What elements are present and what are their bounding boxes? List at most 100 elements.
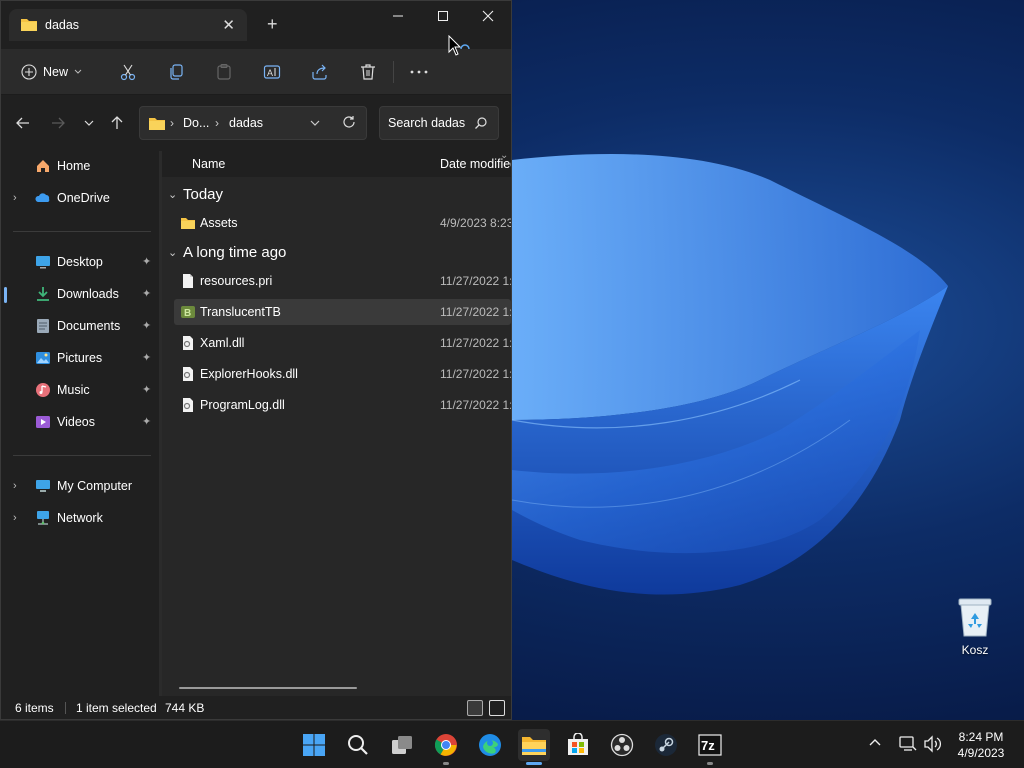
nav-item-network[interactable]: › Network — [1, 503, 159, 533]
back-button[interactable] — [13, 113, 33, 133]
file-name: Assets — [200, 216, 238, 230]
nav-item-documents[interactable]: Documents ✦ — [1, 311, 159, 341]
recent-locations-button[interactable] — [79, 113, 99, 133]
group-header-a-long-time-ago[interactable]: ⌄ A long time ago — [162, 240, 511, 266]
obs-icon — [610, 733, 634, 757]
command-divider — [393, 61, 394, 83]
file-explorer-icon — [522, 737, 546, 755]
taskbar-steam[interactable] — [650, 729, 682, 761]
task-view-button[interactable] — [386, 729, 418, 761]
share-icon — [312, 64, 327, 80]
up-button[interactable] — [107, 113, 127, 133]
recycle-bin-icon — [958, 598, 992, 637]
rename-button[interactable]: A — [263, 60, 281, 84]
expand-chevron-icon[interactable]: › — [13, 480, 17, 492]
collapse-chevron-icon[interactable]: ⌄ — [168, 188, 177, 201]
pin-icon: ✦ — [142, 384, 152, 396]
nav-item-pictures[interactable]: Pictures ✦ — [1, 343, 159, 373]
store-icon — [568, 733, 588, 755]
7zip-icon: 7z — [698, 734, 722, 756]
dll-file-icon — [183, 398, 193, 412]
details-view-button[interactable] — [467, 700, 483, 716]
nav-item-label: Videos — [57, 415, 95, 429]
close-button[interactable] — [466, 1, 510, 31]
taskbar-obs[interactable] — [606, 729, 638, 761]
breadcrumb-dadas[interactable]: dadas — [229, 116, 263, 130]
new-tab-button[interactable]: + — [267, 14, 278, 34]
delete-button[interactable] — [359, 60, 377, 84]
expand-chevron-icon[interactable]: › — [13, 192, 17, 204]
address-bar[interactable]: › Do... › dadas — [139, 106, 367, 140]
taskbar-store[interactable] — [562, 729, 594, 761]
tab-dadas[interactable]: dadas ✕ — [9, 9, 247, 41]
nav-item-downloads[interactable]: Downloads ✦ — [1, 279, 159, 309]
minimize-icon — [393, 15, 403, 17]
paste-button[interactable] — [215, 60, 233, 84]
taskbar-search-button[interactable] — [342, 729, 374, 761]
file-name: TranslucentTB — [200, 305, 281, 319]
nav-item-label: Desktop — [57, 255, 103, 269]
start-button[interactable] — [298, 729, 330, 761]
group-header-today[interactable]: ⌄ Today — [162, 182, 511, 208]
status-divider — [65, 702, 66, 714]
file-row[interactable]: resources.pri 11/27/2022 1:23 AM — [174, 268, 511, 294]
file-name: ExplorerHooks.dll — [200, 367, 298, 381]
close-icon — [482, 10, 494, 22]
nav-item-label: Network — [57, 511, 103, 525]
selection-indicator — [4, 287, 7, 303]
tiles-view-button[interactable] — [489, 700, 505, 716]
new-button-label: New — [43, 65, 69, 79]
taskbar-7zip[interactable]: 7z — [694, 729, 726, 765]
column-name[interactable]: Name — [192, 157, 225, 171]
nav-item-videos[interactable]: Videos ✦ — [1, 407, 159, 437]
pictures-icon — [36, 352, 50, 364]
address-history-icon[interactable] — [310, 116, 320, 130]
horizontal-scrollbar[interactable] — [179, 687, 357, 689]
file-date: 11/27/2022 1:23 AM — [440, 274, 512, 288]
nav-item-onedrive[interactable]: › OneDrive — [1, 183, 159, 213]
file-row[interactable]: Assets 4/9/2023 8:23 PM — [174, 210, 511, 236]
volume-icon[interactable] — [923, 735, 941, 753]
pin-icon: ✦ — [142, 416, 152, 428]
taskbar-file-explorer[interactable] — [518, 729, 550, 765]
selection-size: 744 KB — [165, 701, 205, 715]
share-button[interactable] — [311, 60, 329, 84]
collapse-chevron-icon[interactable]: ⌄ — [168, 246, 177, 259]
maximize-button[interactable] — [421, 1, 465, 31]
search-box[interactable]: Search dadas — [379, 106, 499, 140]
file-row[interactable]: ExplorerHooks.dll 11/27/2022 1:23 AM — [174, 361, 511, 387]
nav-item-my-computer[interactable]: › My Computer — [1, 471, 159, 501]
forward-button[interactable] — [48, 113, 68, 133]
running-indicator — [443, 762, 449, 765]
cut-button[interactable] — [119, 60, 137, 84]
more-button[interactable] — [409, 60, 429, 84]
clock[interactable]: 8:24 PM 4/9/2023 — [950, 729, 1012, 761]
file-row[interactable]: Xaml.dll 11/27/2022 1:23 AM — [174, 330, 511, 356]
command-bar: New A — [1, 49, 511, 95]
taskbar-edge[interactable] — [474, 729, 506, 761]
cut-icon — [120, 64, 136, 81]
file-row[interactable]: ProgramLog.dll 11/27/2022 1:23 AM — [174, 392, 511, 418]
nav-item-label: Home — [57, 159, 91, 173]
search-icon — [348, 735, 368, 755]
item-count: 6 items — [15, 701, 54, 715]
nav-item-desktop[interactable]: Desktop ✦ — [1, 247, 159, 277]
recycle-bin[interactable]: Kosz — [946, 596, 1004, 664]
nav-item-home[interactable]: Home — [1, 151, 159, 181]
refresh-icon[interactable] — [342, 115, 356, 129]
file-row-selected[interactable]: B TranslucentTB 11/27/2022 1:23 AM — [174, 299, 511, 325]
expand-chevron-icon[interactable]: › — [13, 512, 17, 524]
svg-text:B: B — [184, 308, 191, 319]
minimize-button[interactable] — [376, 1, 420, 31]
copy-button[interactable] — [167, 60, 185, 84]
network-status-icon[interactable] — [899, 735, 917, 753]
tray-overflow-chevron-icon[interactable] — [868, 735, 882, 749]
taskbar-chrome[interactable] — [430, 729, 462, 765]
new-button[interactable]: New — [21, 60, 82, 84]
nav-item-music[interactable]: Music ✦ — [1, 375, 159, 405]
breadcrumb-downloads[interactable]: Do... — [183, 116, 209, 130]
recycle-bin-label: Kosz — [961, 643, 989, 657]
nav-divider — [13, 231, 151, 232]
tab-close-icon[interactable]: ✕ — [222, 16, 235, 34]
running-indicator — [526, 762, 542, 765]
